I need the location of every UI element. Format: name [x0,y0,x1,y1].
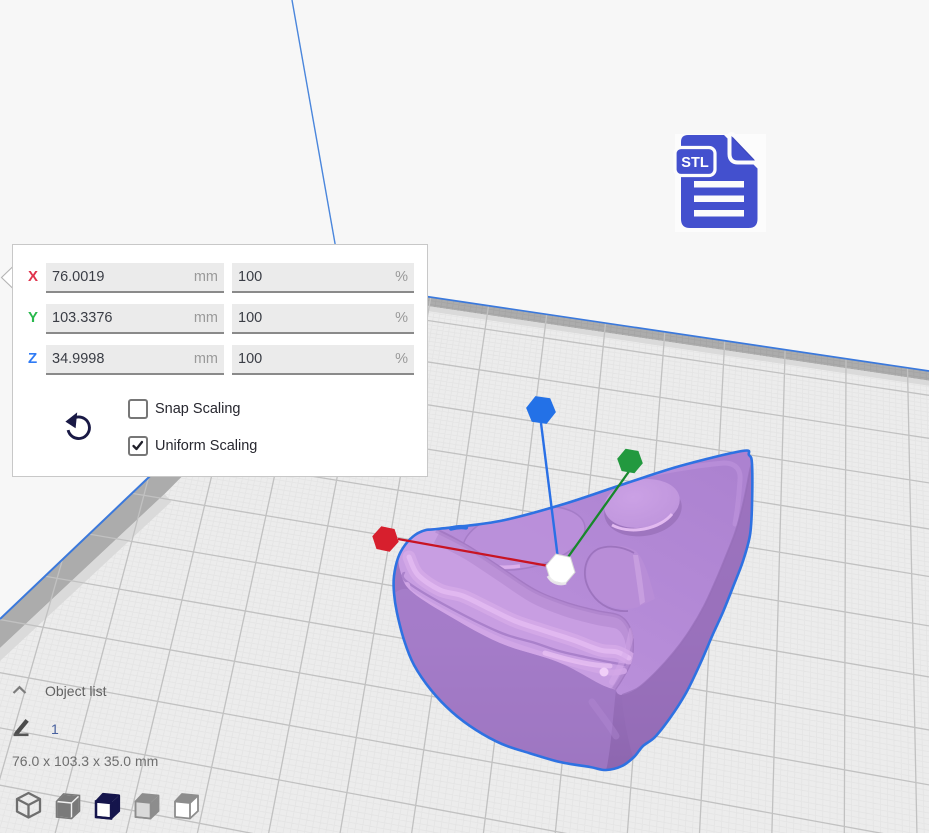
svg-text:STL: STL [681,155,709,171]
